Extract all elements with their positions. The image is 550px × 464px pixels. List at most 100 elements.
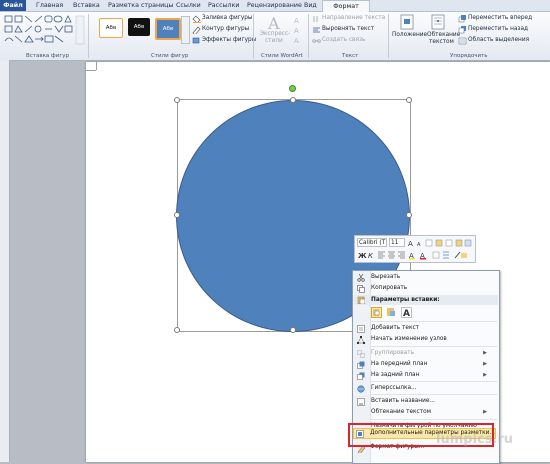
submenu-arrow-icon: ▶	[483, 350, 487, 356]
menu-item-insert-caption[interactable]: Вставить название...	[371, 396, 435, 406]
tab-review[interactable]: Рецензирование	[247, 1, 302, 11]
position-icon	[400, 14, 414, 30]
resize-handle-right[interactable]	[406, 212, 412, 218]
font-size-value: 11	[391, 240, 399, 246]
send-backward-icon	[458, 26, 467, 34]
paste-text-icon: A	[401, 307, 412, 319]
font-name-box[interactable]: Calibri (Т	[357, 238, 387, 247]
menu-separator	[371, 419, 497, 420]
rotation-handle[interactable]	[289, 85, 296, 92]
vertical-ruler[interactable]	[0, 60, 10, 462]
shape-fill-button[interactable]: Заливка фигуры	[202, 15, 253, 21]
menu-item-copy[interactable]: Копировать	[371, 283, 407, 293]
position-button[interactable]: Положение	[392, 14, 427, 48]
copy-icon	[357, 285, 365, 293]
arrange-group-label: Упорядочить	[450, 53, 488, 59]
group-divider	[388, 14, 389, 58]
ribbon: Вставка фигур Абв Абв Абв Заливка фигуры…	[0, 12, 550, 61]
insert-caption-icon	[357, 398, 365, 406]
menu-item-hyperlink[interactable]: Гиперссылка...	[371, 383, 417, 393]
style-swatch-white[interactable]: Абв	[99, 18, 123, 38]
express-styles-button[interactable]: A Экспресс- стили	[258, 14, 291, 48]
wrap-text-label: Обтекание текстом	[371, 409, 432, 415]
paint-bucket-icon	[192, 15, 201, 24]
svg-text:A: A	[294, 37, 299, 45]
paste-text-only-button[interactable]: A	[401, 307, 412, 319]
paste-options-header: Параметры вставки:	[354, 295, 498, 305]
paste-picture-icon	[387, 308, 395, 316]
tab-mailings[interactable]: Рассылки	[208, 1, 239, 11]
shape-styles-label: Стили фигур	[151, 53, 189, 59]
create-link-button[interactable]: Создать связь	[322, 37, 365, 43]
font-size-box[interactable]: 11	[389, 238, 405, 247]
menu-item-edit-points[interactable]: Начать изменение узлов	[371, 334, 447, 344]
express-styles-label-2: стили	[265, 38, 283, 44]
group-divider	[253, 14, 254, 58]
wordart-options[interactable]: AAA	[293, 15, 303, 45]
tab-references[interactable]: Ссылки	[176, 1, 201, 11]
paste-keep-formatting-button[interactable]	[371, 307, 382, 318]
group-icon	[357, 350, 365, 358]
send-to-back-icon	[357, 372, 365, 380]
tab-view[interactable]: Вид	[304, 1, 317, 11]
svg-text:A: A	[403, 309, 410, 318]
mini-toolbar-format-icons: Ж К A A	[358, 251, 467, 260]
menu-separator	[371, 321, 497, 322]
svg-text:К: К	[368, 252, 374, 260]
resize-handle-top-left[interactable]	[174, 97, 180, 103]
style-swatch-black[interactable]: Абв	[128, 18, 150, 36]
wordart-styles-label: Стили WordArt	[261, 53, 303, 59]
effects-icon	[192, 37, 201, 45]
ribbon-tab-bar: Файл Главная Вставка Разметка страницы С…	[0, 0, 550, 13]
submenu-arrow-icon: ▶	[483, 361, 487, 367]
tab-file[interactable]: Файл	[0, 0, 26, 11]
svg-text:A: A	[267, 15, 280, 31]
shape-effects-button[interactable]: Эффекты фигуры	[202, 37, 256, 43]
resize-handle-top[interactable]	[290, 97, 296, 103]
shapes-gallery-icon	[4, 15, 85, 45]
wrap-text-label-2: текстом	[429, 39, 454, 45]
svg-text:Ж: Ж	[358, 252, 367, 260]
shapes-gallery[interactable]	[3, 15, 85, 47]
selection-pane-icon	[458, 37, 467, 45]
wordart-a-icon: A	[267, 14, 280, 33]
express-styles-label-1: Экспресс-	[260, 31, 291, 37]
resize-handle-left[interactable]	[174, 212, 180, 218]
style-swatch-blue[interactable]: Абв	[155, 18, 181, 40]
svg-text:A: A	[408, 240, 413, 248]
scissors-icon	[357, 273, 365, 282]
text-fill-icons: AAA	[294, 17, 299, 45]
wrap-text-button[interactable]: Обтекание текстом	[424, 14, 460, 48]
menu-item-wrap-text[interactable]: Обтекание текстом ▶	[371, 407, 493, 417]
resize-handle-bottom[interactable]	[290, 327, 296, 333]
send-backward-button[interactable]: Переместить назад	[468, 26, 528, 32]
menu-item-send-to-back[interactable]: На задний план ▶	[371, 370, 493, 380]
text-direction-button[interactable]: Направление текста	[322, 15, 385, 21]
wrap-text-icon	[431, 14, 445, 30]
add-text-icon	[357, 325, 365, 333]
paste-picture-button[interactable]	[386, 307, 397, 318]
bring-forward-button[interactable]: Переместить вперед	[468, 15, 532, 21]
edit-points-icon	[357, 336, 365, 344]
selection-pane-button[interactable]: Область выделения	[468, 37, 529, 43]
mini-toolbar: Calibri (Т 11 AA Ж К A A	[354, 235, 476, 263]
group-divider	[308, 14, 309, 58]
shape-outline-button[interactable]: Контур фигуры	[202, 26, 249, 32]
resize-handle-bottom-left[interactable]	[174, 327, 180, 333]
font-name-value: Calibri (Т	[359, 240, 386, 246]
menu-item-bring-to-front[interactable]: На передний план ▶	[371, 359, 493, 369]
tab-home[interactable]: Главная	[36, 1, 63, 11]
style-gallery-scroll[interactable]	[181, 16, 190, 44]
menu-item-cut[interactable]: Вырезать	[371, 272, 400, 282]
align-text-button[interactable]: Выровнять текст	[322, 26, 374, 32]
text-direction-icon	[312, 15, 321, 23]
submenu-arrow-icon: ▶	[483, 372, 487, 378]
crop-mark	[86, 70, 96, 71]
tab-insert[interactable]: Вставка	[73, 1, 100, 11]
resize-handle-top-right[interactable]	[406, 97, 412, 103]
menu-separator	[371, 394, 497, 395]
crop-mark	[96, 62, 97, 70]
menu-item-add-text[interactable]: Добавить текст	[371, 323, 419, 333]
menu-item-group[interactable]: Группировать ▶	[371, 348, 493, 358]
tab-page-layout[interactable]: Разметка страницы	[108, 1, 173, 11]
